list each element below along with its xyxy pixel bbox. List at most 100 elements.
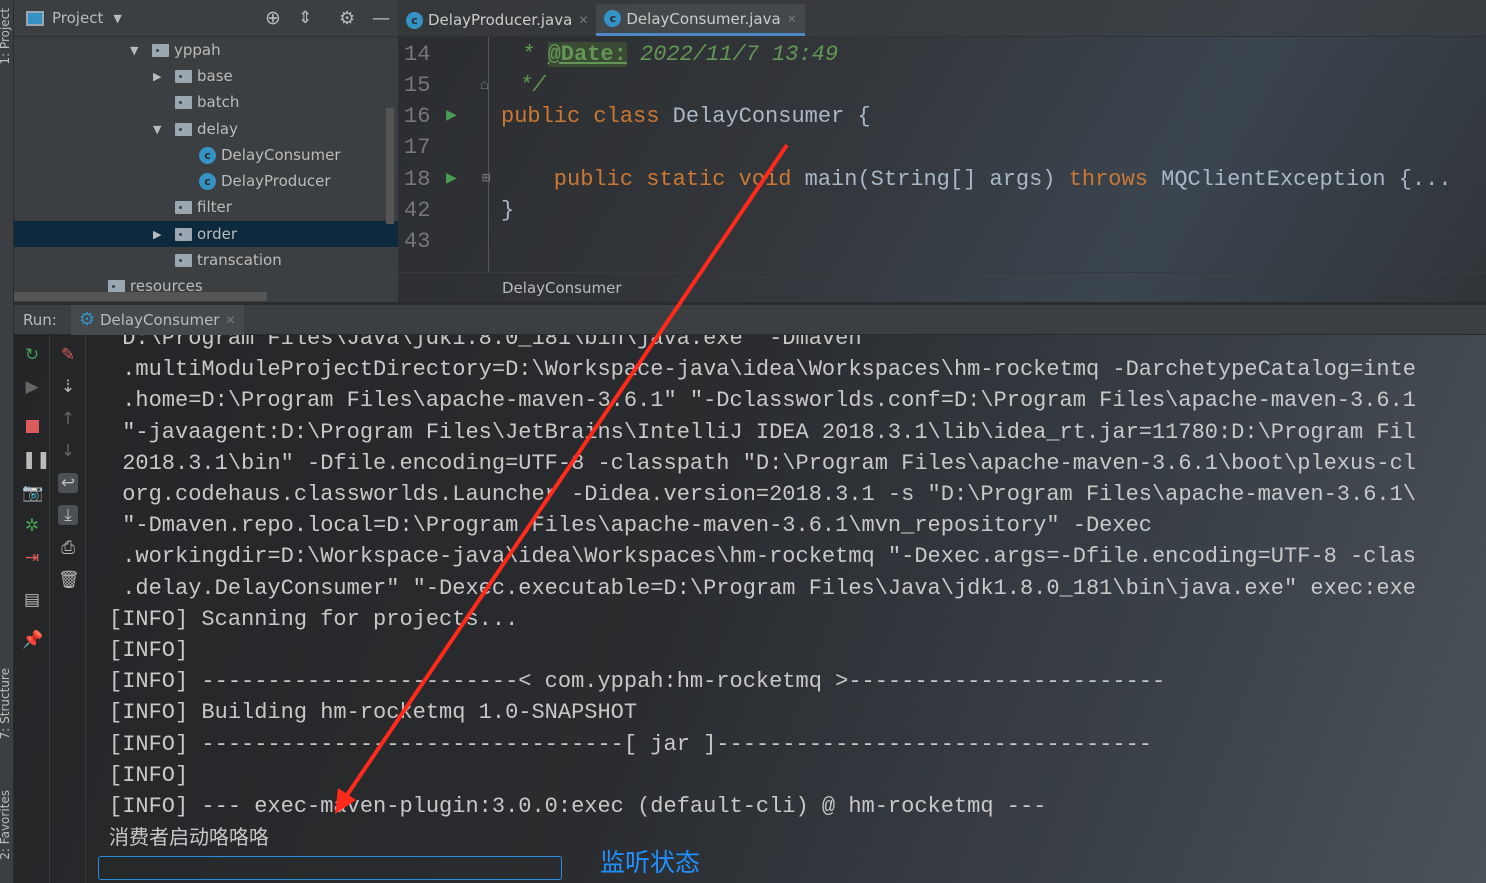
console-line: [INFO] ------------------------< com.ypp… [109, 669, 1166, 695]
code-editor[interactable]: c DelayProducer.java ✕ c DelayConsumer.java… [398, 0, 1486, 302]
console-line: [INFO] --- exec-maven-plugin:3.0.0:exec … [109, 794, 1047, 819]
editor-tabs: c DelayProducer.java ✕ c DelayConsumer.java… [398, 0, 1486, 37]
tree-label: transcation [197, 251, 282, 269]
gear-run-icon: ⚙ [78, 309, 95, 330]
tree-label: filter [197, 198, 232, 216]
tree-item-yppah[interactable]: ▼ yppah [130, 37, 221, 63]
expand-fold-icon[interactable]: ⊞ [482, 164, 490, 195]
line-number: 42 [404, 198, 431, 223]
breadcrumb[interactable]: DelayConsumer [398, 272, 1486, 302]
favorites-side-tab[interactable]: 2: Favorites [0, 790, 12, 860]
resources-folder-icon [108, 279, 125, 293]
close-icon[interactable]: ✕ [225, 313, 235, 327]
sort-icon[interactable]: ⇣ [58, 377, 78, 397]
print-icon[interactable]: ⎙ [58, 538, 78, 558]
tree-item-delayconsumer[interactable]: c DelayConsumer [199, 142, 341, 168]
line-number: 16 [404, 104, 431, 129]
console-actions-column: ✎ ⇣ ↑ ↓ ↩ ⤓ ⎙ 🗑 [50, 335, 86, 883]
console-line: .home=D:\Program Files\apache-maven-3.6.… [109, 388, 1417, 414]
tree-label: DelayProducer [221, 172, 331, 190]
soft-wrap-icon[interactable]: ↩ [58, 473, 78, 493]
console-line: "D:\Program Files\Java\jdk1.8.0_181\bin\… [109, 335, 862, 351]
project-header: Project ▼ ⊕ ⇕ ⚙ — [14, 0, 398, 37]
class-icon: c [199, 146, 216, 164]
folder-icon [152, 43, 169, 57]
console-line: [INFO] [109, 638, 189, 663]
rerun-icon[interactable]: ↻ [22, 345, 42, 365]
fold-icon[interactable]: ⌂ [480, 70, 489, 101]
console-line: .multiModuleProjectDirectory=D:\Workspac… [109, 357, 1417, 383]
tree-item-filter[interactable]: filter [175, 194, 232, 220]
tree-label: DelayConsumer [221, 146, 341, 164]
folder-icon [175, 69, 192, 83]
annotation-label: 监听状态 [600, 848, 701, 877]
javadoc-tag: @Date: [547, 42, 627, 67]
minimize-icon[interactable]: — [372, 8, 390, 29]
console-line: [INFO] Building hm-rocketmq 1.0-SNAPSHOT [109, 700, 638, 726]
debug-attach-icon[interactable]: ✲ [22, 516, 42, 536]
tree-item-order[interactable]: ▶ order [153, 221, 237, 247]
rerun-failed-icon[interactable]: ▶ [22, 377, 42, 397]
keyword: public class [501, 104, 673, 129]
gear-icon[interactable]: ⚙ [339, 8, 355, 29]
folder-icon [175, 200, 192, 214]
layout-icon[interactable]: ▤ [22, 590, 42, 610]
run-label: Run: [23, 310, 57, 329]
run-gutter-icon[interactable]: ▶ [446, 164, 457, 195]
vertical-scrollbar[interactable] [386, 108, 394, 224]
line-number: 17 [404, 135, 431, 160]
chevron-down-icon[interactable]: ▼ [113, 12, 121, 25]
horizontal-scrollbar[interactable] [14, 292, 267, 301]
stop-icon[interactable] [22, 418, 42, 438]
run-gutter-icon[interactable]: ▶ [446, 101, 457, 132]
structure-side-tab[interactable]: 7: Structure [0, 668, 12, 739]
keyword: public static void [501, 167, 805, 192]
tab-delayconsumer[interactable]: c DelayConsumer.java ✕ [596, 4, 805, 36]
run-actions-column: ↻ ▶ ❚❚ 📷 ✲ ⇥ ▤ 📌 [14, 335, 51, 883]
class-icon: c [199, 172, 216, 190]
console-input[interactable] [98, 856, 562, 880]
tree-item-delayproducer[interactable]: c DelayProducer [199, 168, 330, 194]
console-line: "-javaagent:D:\Program Files\JetBrains\I… [109, 419, 1417, 445]
tree-label: yppah [174, 41, 221, 59]
locate-icon[interactable]: ⊕ [265, 7, 281, 29]
up-arrow-icon[interactable]: ↑ [58, 409, 78, 429]
run-tab-delayconsumer[interactable]: ⚙ DelayConsumer ✕ [70, 304, 244, 335]
run-tab-label: DelayConsumer [99, 310, 220, 329]
console-line: [INFO] [109, 762, 189, 788]
down-arrow-icon[interactable]: ↓ [58, 441, 78, 461]
clear-edit-icon[interactable]: ✎ [58, 345, 78, 365]
tree-item-transcation[interactable]: transcation [175, 247, 282, 273]
exit-icon[interactable]: ⇥ [22, 548, 42, 568]
class-icon: c [604, 10, 622, 27]
close-icon[interactable]: ✕ [578, 13, 588, 27]
pause-icon[interactable]: ❚❚ [22, 450, 51, 470]
project-view-selector[interactable]: Project [52, 9, 103, 27]
project-panel: Project ▼ ⊕ ⇕ ⚙ — ▼ yppah ▶ base batch ▼ de… [14, 0, 398, 302]
code-text: MQClientException {... [1161, 167, 1452, 192]
console-line: 消费者启动咯咯咯 [109, 825, 269, 850]
project-view-icon [26, 10, 44, 26]
console-line: [INFO] --------------------------------[… [109, 731, 1152, 757]
console-output[interactable]: ↻ ▶ ❚❚ 📷 ✲ ⇥ ▤ 📌 ✎ ⇣ ↑ ↓ ↩ ⤓ ⎙ 🗑 "D:\Pro… [14, 335, 1486, 883]
class-icon: c [406, 11, 423, 29]
console-line: [INFO] Scanning for projects... [109, 606, 519, 632]
tree-item-batch[interactable]: batch [175, 89, 239, 115]
folder-icon [175, 122, 192, 136]
collapse-icon[interactable]: ⇕ [298, 8, 312, 28]
camera-icon[interactable]: 📷 [22, 483, 43, 503]
tab-delayproducer[interactable]: c DelayProducer.java ✕ [398, 4, 596, 36]
trash-icon[interactable]: 🗑 [58, 570, 80, 590]
console-line: 2018.3.1\bin" -Dfile.encoding=UTF-8 -cla… [109, 450, 1417, 476]
tree-label: batch [197, 93, 240, 111]
run-toolbar: Run: ⚙ DelayConsumer ✕ [14, 304, 1486, 335]
tree-item-delay[interactable]: ▼ delay [153, 116, 238, 142]
line-number: 15 [404, 73, 431, 98]
close-icon[interactable]: ✕ [787, 12, 797, 26]
console-line: "-Dmaven.repo.local=D:\Program Files\apa… [109, 513, 1152, 539]
tree-item-base[interactable]: ▶ base [153, 63, 233, 89]
project-side-tab[interactable]: 1: Project [0, 8, 12, 65]
left-tool-strip: 1: Project 7: Structure 2: Favorites [0, 0, 14, 883]
scroll-to-end-icon[interactable]: ⤓ [58, 505, 78, 525]
pin-icon[interactable]: 📌 [22, 630, 43, 650]
